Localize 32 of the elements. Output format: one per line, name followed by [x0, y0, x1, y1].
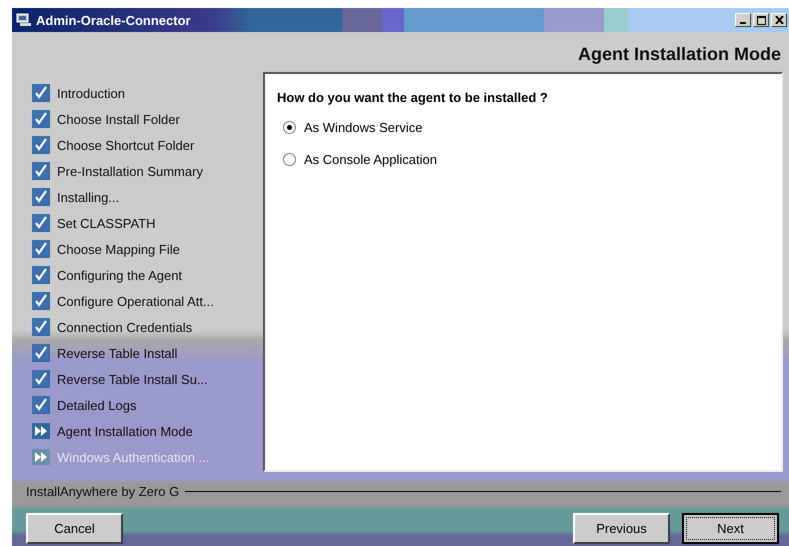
step-label: Choose Shortcut Folder: [57, 138, 194, 152]
brand-label: InstallAnywhere by Zero G: [26, 484, 180, 499]
window-title: Admin-Oracle-Connector: [36, 12, 191, 28]
page-heading: Agent Installation Mode: [578, 44, 781, 66]
step-label: Installing...: [57, 190, 120, 204]
step-label: Choose Install Folder: [57, 112, 180, 126]
option-label: As Windows Service: [304, 120, 422, 134]
step-label: Choose Mapping File: [57, 242, 180, 256]
computer-icon: [16, 13, 32, 27]
step-label: Pre-Installation Summary: [57, 164, 203, 178]
maximize-button[interactable]: [753, 13, 769, 27]
step-label: Connection Credentials: [57, 320, 192, 334]
radio-button[interactable]: [283, 152, 296, 166]
next-button[interactable]: Next: [682, 513, 779, 544]
question-text: How do you want the agent to be installed ?: [277, 90, 549, 105]
step-label: Detailed Logs: [57, 398, 136, 412]
step-label: Agent Installation Mode: [57, 424, 193, 438]
step-label: Windows Authentication ...: [57, 450, 210, 464]
step-label: Configure Operational Att...: [57, 294, 214, 308]
step-label: Configuring the Agent: [57, 268, 182, 282]
close-button[interactable]: [771, 13, 787, 27]
step-label: Reverse Table Install Su...: [57, 372, 208, 386]
cancel-button[interactable]: Cancel: [26, 513, 123, 544]
maximize-icon: [756, 16, 766, 24]
minimize-button[interactable]: [735, 13, 751, 27]
previous-button[interactable]: Previous: [573, 513, 670, 544]
step-label: Reverse Table Install: [57, 346, 178, 360]
radio-button[interactable]: [283, 120, 296, 134]
step-label: Introduction: [57, 86, 125, 100]
option-label: As Console Application: [304, 152, 437, 166]
close-icon: [774, 16, 784, 24]
step-label: Set CLASSPATH: [57, 216, 156, 230]
